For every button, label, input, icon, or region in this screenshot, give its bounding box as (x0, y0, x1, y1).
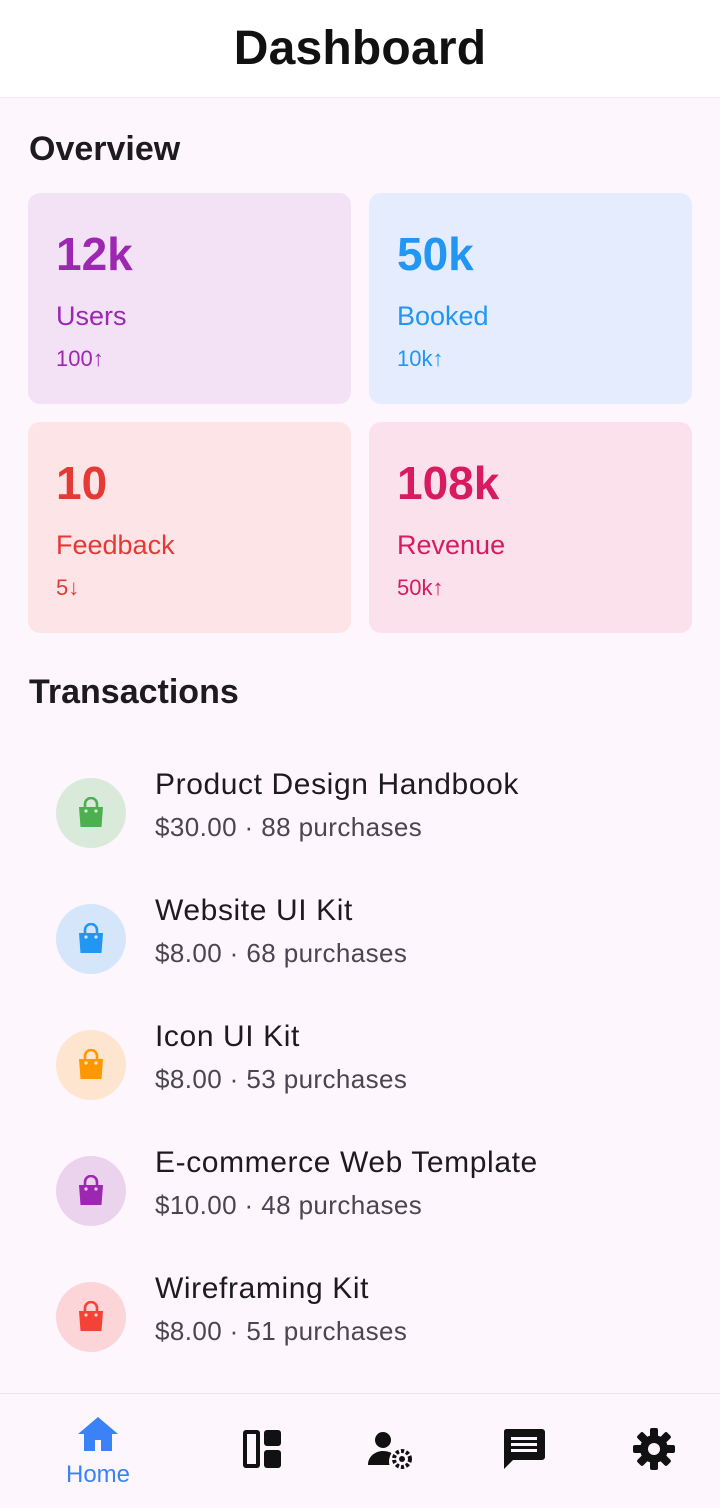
stat-card-booked[interactable]: 50k Booked 10k↑ (369, 193, 692, 404)
shopping-bag-icon (56, 904, 126, 974)
stat-change: 5↓ (56, 575, 80, 600)
transaction-subtitle: $8.00 · 51 purchases (155, 1316, 408, 1346)
stat-card-revenue[interactable]: 108k Revenue 50k↑ (369, 422, 692, 633)
transactions-heading: Transactions (29, 673, 239, 711)
stat-value: 12k (56, 228, 133, 280)
transaction-row[interactable]: Product Design Handbook $30.00 · 88 purc… (0, 758, 720, 868)
nav-label-home: Home (65, 1460, 131, 1488)
transaction-title: E-commerce Web Template (155, 1146, 538, 1179)
manage-accounts-icon (366, 1429, 414, 1474)
home-icon (76, 1414, 120, 1459)
shopping-bag-icon (56, 778, 126, 848)
stat-value: 10 (56, 457, 108, 509)
transaction-subtitle: $8.00 · 68 purchases (155, 938, 408, 968)
dashboard-icon (241, 1428, 283, 1475)
page-title: Dashboard (233, 22, 487, 75)
stat-label: Revenue (397, 530, 506, 560)
bottom-navigation: Home (0, 1393, 720, 1507)
shopping-bag-icon (56, 1030, 126, 1100)
stat-label: Feedback (56, 530, 175, 560)
stat-card-users[interactable]: 12k Users 100↑ (28, 193, 351, 404)
nav-item-messages[interactable] (452, 1394, 596, 1508)
stat-label: Booked (397, 301, 489, 331)
stat-change: 50k↑ (397, 575, 444, 600)
nav-item-home[interactable]: Home (26, 1394, 170, 1508)
stat-change: 100↑ (56, 346, 104, 371)
transaction-title: Icon UI Kit (155, 1020, 300, 1053)
transaction-row[interactable]: Icon UI Kit $8.00 · 53 purchases (0, 1010, 720, 1120)
shopping-bag-icon (56, 1156, 126, 1226)
stat-label: Users (56, 301, 127, 331)
stat-value: 108k (397, 457, 500, 509)
transaction-subtitle: $30.00 · 88 purchases (155, 812, 423, 842)
stat-card-feedback[interactable]: 10 Feedback 5↓ (28, 422, 351, 633)
settings-icon (632, 1427, 676, 1476)
transaction-title: Website UI Kit (155, 894, 353, 927)
stat-value: 50k (397, 228, 474, 280)
app-bar: Dashboard (0, 0, 720, 98)
transaction-title: Product Design Handbook (155, 768, 520, 801)
stat-change: 10k↑ (397, 346, 444, 371)
transaction-row[interactable]: Wireframing Kit $8.00 · 51 purchases (0, 1262, 720, 1372)
transaction-title: Wireframing Kit (155, 1272, 370, 1305)
transaction-subtitle: $10.00 · 48 purchases (155, 1190, 423, 1220)
nav-item-dashboard[interactable] (190, 1394, 334, 1508)
nav-item-settings[interactable] (582, 1394, 720, 1508)
transaction-row[interactable]: Website UI Kit $8.00 · 68 purchases (0, 884, 720, 994)
overview-heading: Overview (29, 130, 181, 168)
transaction-subtitle: $8.00 · 53 purchases (155, 1064, 408, 1094)
nav-item-manage-accounts[interactable] (318, 1394, 462, 1508)
chat-icon (501, 1427, 547, 1476)
transaction-row[interactable]: E-commerce Web Template $10.00 · 48 purc… (0, 1136, 720, 1246)
shopping-bag-icon (56, 1282, 126, 1352)
